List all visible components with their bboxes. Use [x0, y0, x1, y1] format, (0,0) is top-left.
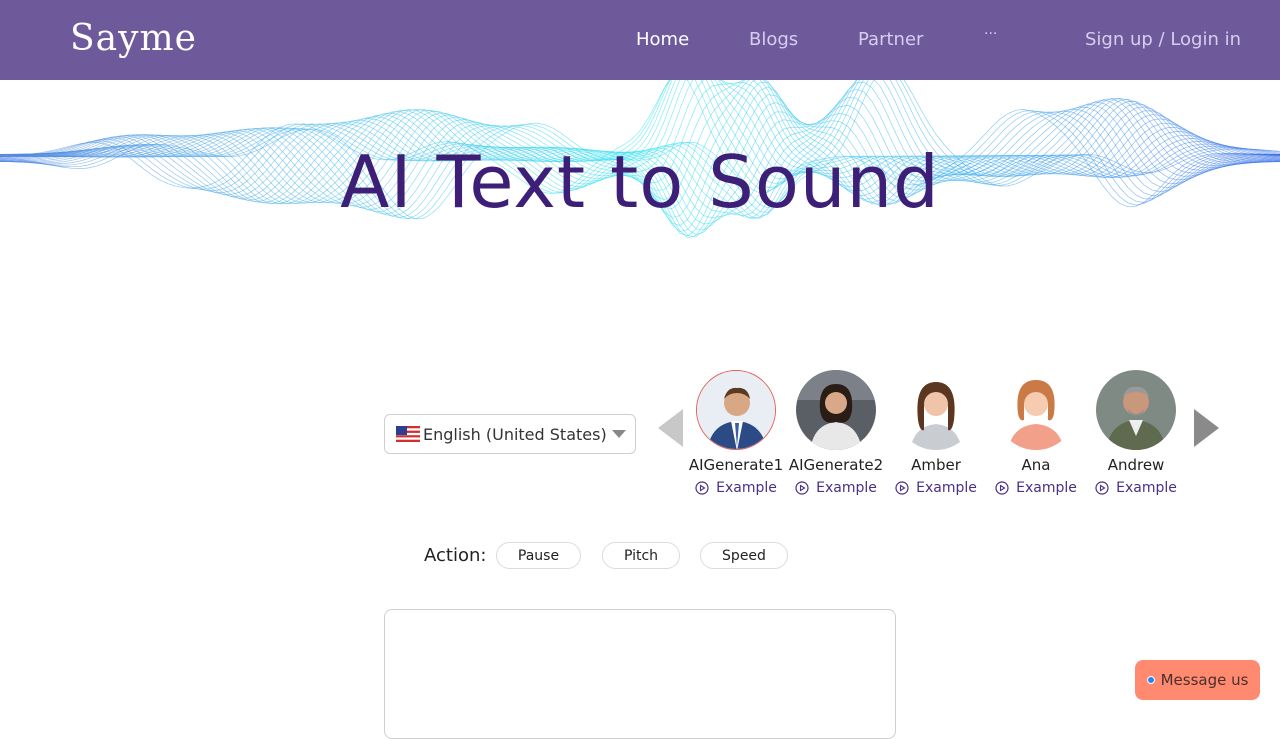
- action-label: Action:: [424, 545, 487, 566]
- language-label: English (United States): [423, 424, 607, 444]
- play-circle-icon: [995, 481, 1009, 495]
- woman-portrait-icon: [896, 370, 976, 450]
- brand-logo[interactable]: Sayme: [70, 18, 197, 59]
- example-label: Example: [716, 480, 777, 496]
- nav-partner-link[interactable]: Partner: [858, 29, 923, 50]
- example-label: Example: [1016, 480, 1077, 496]
- status-dot-icon: [1146, 676, 1155, 684]
- voice-card-aigenerate2: AIGenerate2 Example: [786, 368, 886, 496]
- message-us-button[interactable]: Message us: [1135, 660, 1260, 700]
- voices-next-arrow-icon[interactable]: [1194, 409, 1219, 447]
- voice-name: Ana: [1021, 456, 1051, 474]
- example-label: Example: [1116, 480, 1177, 496]
- nav-blogs-link[interactable]: Blogs: [749, 29, 798, 50]
- voice-avatar-andrew[interactable]: [1096, 370, 1176, 450]
- older-man-portrait-icon: [1096, 370, 1176, 450]
- example-label: Example: [916, 480, 977, 496]
- man-suit-portrait-icon: [697, 371, 775, 449]
- voice-example-button[interactable]: Example: [1086, 480, 1186, 496]
- play-circle-icon: [695, 481, 709, 495]
- signup-login-link[interactable]: Sign up / Login in: [1085, 29, 1241, 50]
- hero-banner: AI Text to Sound: [0, 80, 1280, 310]
- nav-home-link[interactable]: Home: [636, 29, 689, 50]
- voices-prev-arrow-icon[interactable]: [658, 409, 683, 447]
- voice-name: AIGenerate1: [688, 456, 784, 474]
- dropdown-caret-icon: [611, 430, 626, 438]
- voice-example-button[interactable]: Example: [986, 480, 1086, 496]
- top-navbar: Sayme Home Blogs Partner ··· Sign up / L…: [0, 0, 1280, 80]
- voice-avatar-ana[interactable]: [996, 370, 1076, 450]
- voice-example-button[interactable]: Example: [786, 480, 886, 496]
- us-flag-icon: [396, 426, 420, 442]
- voice-avatar-aigenerate1[interactable]: [696, 370, 776, 450]
- pause-button[interactable]: Pause: [496, 542, 581, 569]
- voice-card-andrew: Andrew Example: [1086, 368, 1186, 496]
- voice-name: Amber: [911, 456, 961, 474]
- girl-portrait-icon: [996, 370, 1076, 450]
- voice-card-aigenerate1: AIGenerate1 Example: [686, 368, 786, 496]
- woman-portrait-icon: [796, 370, 876, 450]
- voice-card-ana: Ana Example: [986, 368, 1086, 496]
- voice-example-button[interactable]: Example: [686, 480, 786, 496]
- nav-more-link[interactable]: ···: [984, 26, 997, 42]
- voice-name: AIGenerate2: [788, 456, 884, 474]
- play-circle-icon: [795, 481, 809, 495]
- voice-card-amber: Amber Example: [886, 368, 986, 496]
- message-us-label: Message us: [1160, 671, 1249, 689]
- voice-example-button[interactable]: Example: [886, 480, 986, 496]
- speed-button[interactable]: Speed: [700, 542, 788, 569]
- language-select[interactable]: English (United States): [384, 414, 636, 454]
- pitch-button[interactable]: Pitch: [602, 542, 680, 569]
- play-circle-icon: [895, 481, 909, 495]
- play-circle-icon: [1095, 481, 1109, 495]
- page-title: AI Text to Sound: [340, 140, 940, 224]
- voice-name: Andrew: [1107, 456, 1165, 474]
- example-label: Example: [816, 480, 877, 496]
- voice-avatar-aigenerate2[interactable]: [796, 370, 876, 450]
- voice-avatar-amber[interactable]: [896, 370, 976, 450]
